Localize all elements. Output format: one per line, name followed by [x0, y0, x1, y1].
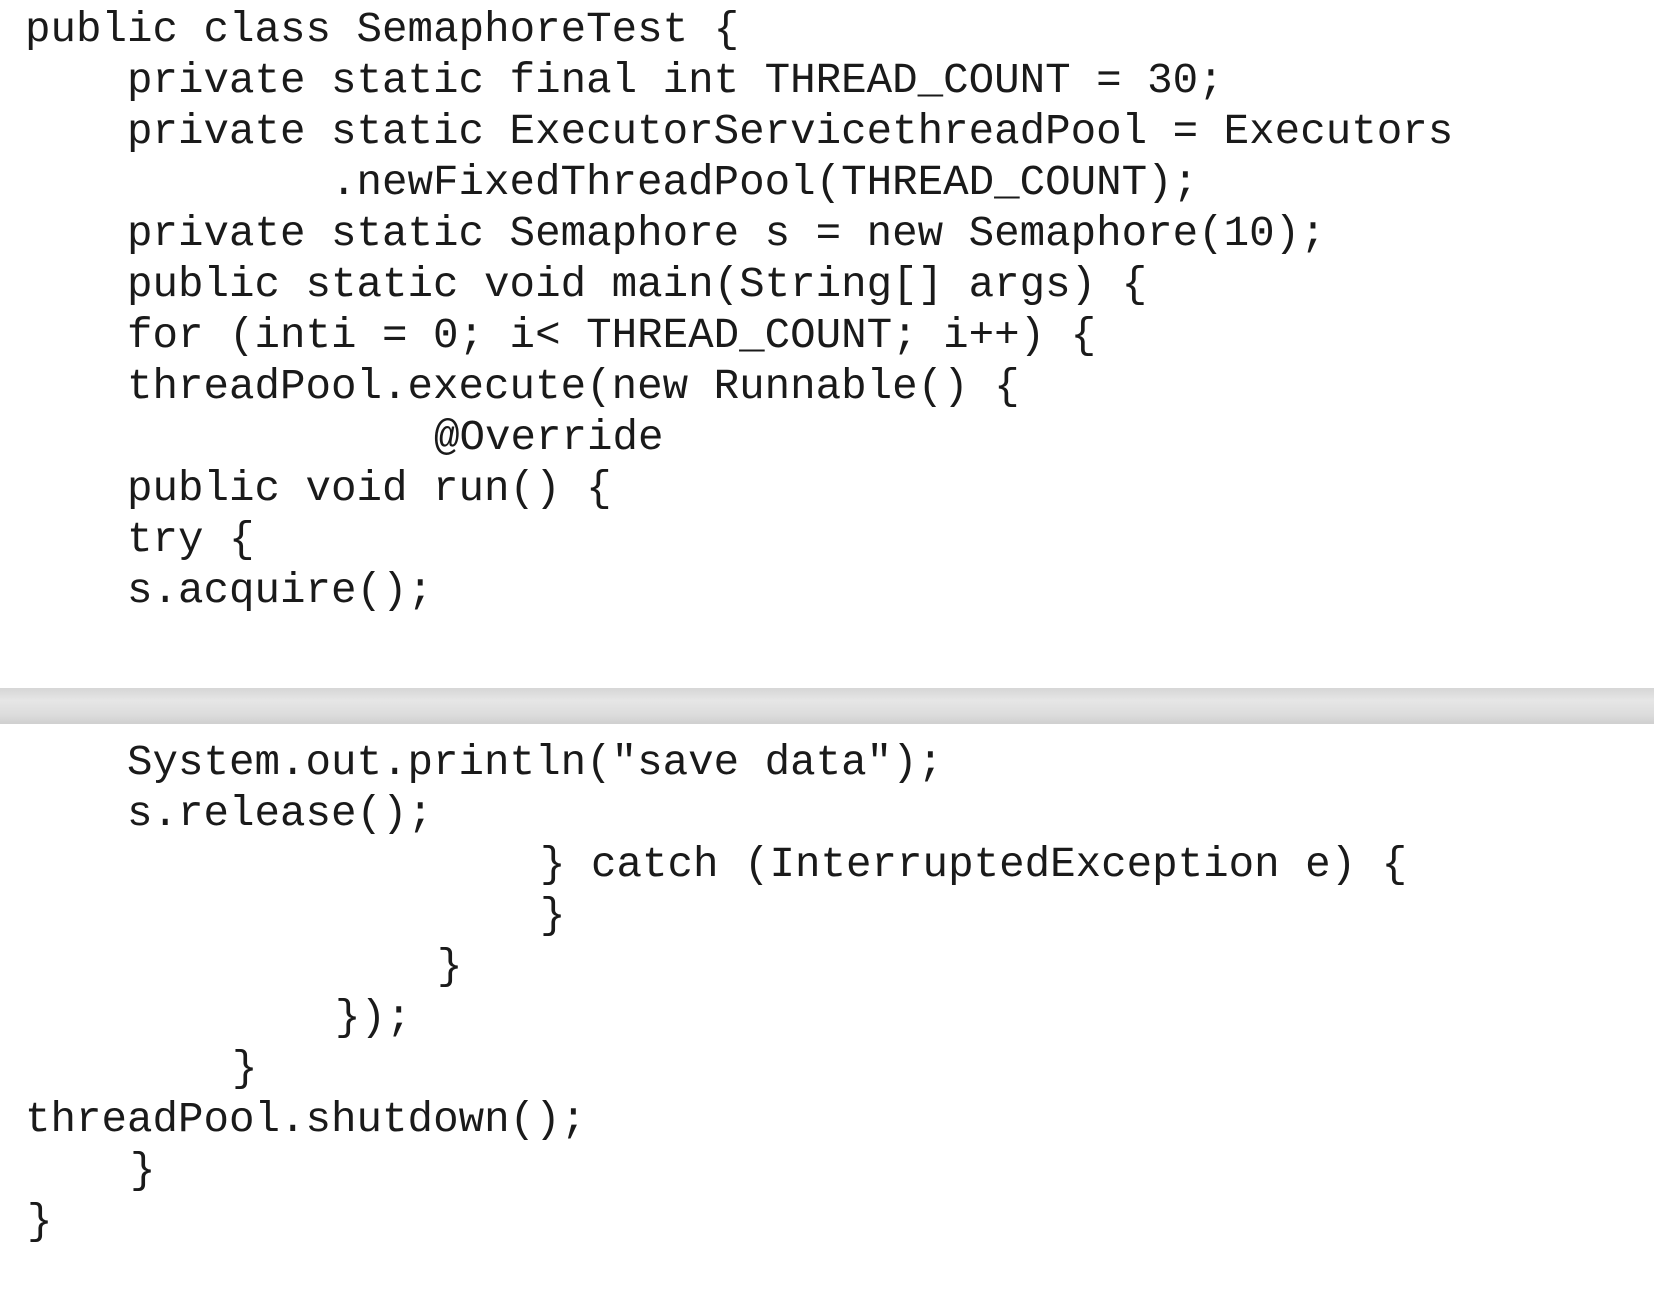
code-line: }	[437, 943, 463, 991]
code-line: private static final int THREAD_COUNT = …	[127, 57, 1224, 105]
code-panel-top: public class SemaphoreTest { private sta…	[0, 0, 1654, 688]
code-line: public class SemaphoreTest {	[25, 6, 740, 54]
code-line: private static Semaphore s = new Semapho…	[127, 210, 1326, 258]
page-break-separator	[0, 688, 1654, 724]
code-line: @Override	[434, 414, 664, 462]
code-line: }	[130, 1147, 156, 1195]
code-panel-bottom: System.out.println("save data"); s.relea…	[0, 724, 1654, 1298]
code-line: for (inti = 0; i< THREAD_COUNT; i++) {	[127, 312, 1097, 360]
code-line: threadPool.execute(new Runnable() {	[127, 363, 1020, 411]
code-line: }	[27, 1198, 53, 1246]
code-line: }	[232, 1045, 258, 1093]
code-line: threadPool.shutdown();	[25, 1096, 587, 1144]
code-line: .newFixedThreadPool(THREAD_COUNT);	[331, 159, 1199, 207]
code-line: s.release();	[127, 790, 434, 838]
code-line: s.acquire();	[127, 567, 434, 615]
code-line: try {	[127, 516, 255, 564]
code-line: System.out.println("save data");	[127, 739, 944, 787]
code-line: });	[335, 994, 412, 1042]
code-line: }	[540, 892, 566, 940]
code-line: public static void main(String[] args) {	[127, 261, 1148, 309]
code-line: } catch (InterruptedException e) {	[540, 841, 1408, 889]
code-line: public void run() {	[127, 465, 612, 513]
code-line: private static ExecutorServicethreadPool…	[127, 108, 1454, 156]
